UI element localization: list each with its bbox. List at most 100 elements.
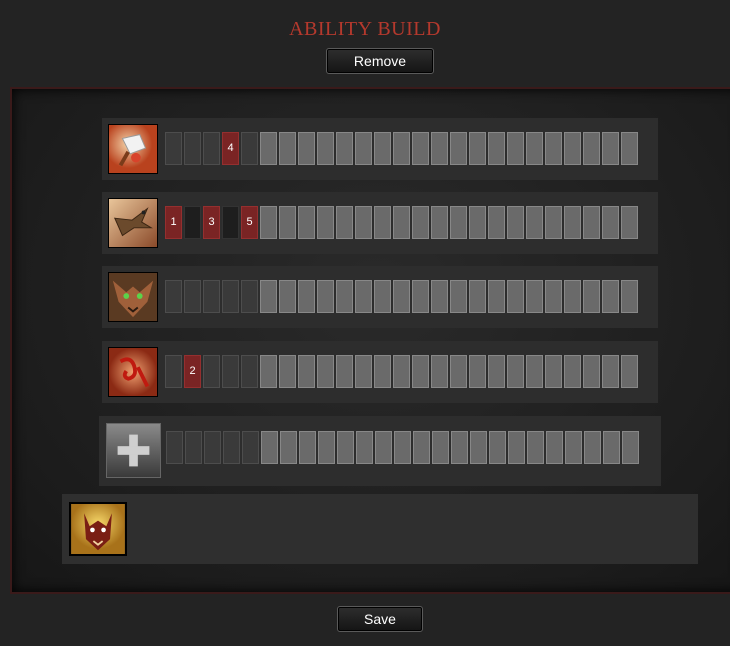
level-slot[interactable]	[488, 132, 505, 165]
level-slot[interactable]	[165, 355, 182, 388]
level-slot[interactable]	[564, 280, 581, 313]
level-slot[interactable]	[602, 206, 619, 239]
level-slot[interactable]	[279, 206, 296, 239]
level-slot[interactable]	[241, 355, 258, 388]
level-slot[interactable]	[564, 355, 581, 388]
level-slot[interactable]	[279, 132, 296, 165]
level-slot[interactable]	[184, 206, 201, 239]
level-slot[interactable]	[204, 431, 221, 464]
cleaver-ability-icon[interactable]	[108, 124, 158, 174]
level-slot[interactable]	[621, 206, 638, 239]
level-slot[interactable]	[185, 431, 202, 464]
level-slot[interactable]	[431, 355, 448, 388]
level-slot[interactable]	[602, 132, 619, 165]
level-slot[interactable]	[583, 280, 600, 313]
level-slot[interactable]	[621, 132, 638, 165]
level-slot[interactable]	[583, 355, 600, 388]
level-slot[interactable]	[260, 355, 277, 388]
level-slot[interactable]	[280, 431, 297, 464]
level-slot[interactable]	[507, 280, 524, 313]
level-slot[interactable]	[203, 355, 220, 388]
hero-portrait-icon[interactable]	[69, 502, 127, 556]
level-slot[interactable]	[375, 431, 392, 464]
level-slot[interactable]	[184, 132, 201, 165]
level-slot[interactable]	[374, 132, 391, 165]
level-slot[interactable]	[260, 206, 277, 239]
level-slot[interactable]	[545, 132, 562, 165]
level-slot[interactable]	[469, 280, 486, 313]
level-slot[interactable]	[488, 280, 505, 313]
level-slot[interactable]: 4	[222, 132, 239, 165]
level-slot[interactable]	[260, 132, 277, 165]
level-slot[interactable]	[431, 280, 448, 313]
level-slot[interactable]	[393, 206, 410, 239]
level-slot[interactable]	[489, 431, 506, 464]
level-slot[interactable]	[336, 132, 353, 165]
level-slot[interactable]	[394, 431, 411, 464]
level-slot[interactable]	[602, 355, 619, 388]
level-slot[interactable]	[507, 206, 524, 239]
level-slot[interactable]	[526, 280, 543, 313]
level-slot[interactable]	[431, 206, 448, 239]
level-slot[interactable]: 5	[241, 206, 258, 239]
level-slot[interactable]	[355, 132, 372, 165]
level-slot[interactable]	[298, 355, 315, 388]
level-slot[interactable]	[450, 206, 467, 239]
level-slot[interactable]	[602, 280, 619, 313]
level-slot[interactable]	[393, 132, 410, 165]
level-slot[interactable]	[279, 280, 296, 313]
level-slot[interactable]: 2	[184, 355, 201, 388]
level-slot[interactable]	[526, 355, 543, 388]
level-slot[interactable]	[166, 431, 183, 464]
level-slot[interactable]	[469, 132, 486, 165]
level-slot[interactable]	[317, 206, 334, 239]
level-slot[interactable]	[450, 355, 467, 388]
level-slot[interactable]	[374, 206, 391, 239]
level-slot[interactable]	[374, 280, 391, 313]
level-slot[interactable]	[432, 431, 449, 464]
level-slot[interactable]	[583, 132, 600, 165]
save-button[interactable]: Save	[337, 606, 423, 632]
bird-ability-icon[interactable]	[108, 198, 158, 248]
level-slot[interactable]	[165, 132, 182, 165]
level-slot[interactable]	[299, 431, 316, 464]
level-slot[interactable]	[508, 431, 525, 464]
level-slot[interactable]	[222, 206, 239, 239]
level-slot[interactable]	[431, 132, 448, 165]
level-slot[interactable]	[545, 206, 562, 239]
level-slot[interactable]	[621, 355, 638, 388]
level-slot[interactable]	[413, 431, 430, 464]
level-slot[interactable]	[470, 431, 487, 464]
level-slot[interactable]	[222, 280, 239, 313]
level-slot[interactable]	[603, 431, 620, 464]
level-slot[interactable]	[336, 280, 353, 313]
level-slot[interactable]	[222, 355, 239, 388]
level-slot[interactable]	[507, 132, 524, 165]
level-slot[interactable]	[488, 355, 505, 388]
level-slot[interactable]	[450, 280, 467, 313]
level-slot[interactable]	[260, 280, 277, 313]
level-slot[interactable]	[298, 280, 315, 313]
level-slot[interactable]	[356, 431, 373, 464]
level-slot[interactable]	[545, 355, 562, 388]
level-slot[interactable]	[564, 206, 581, 239]
level-slot[interactable]	[565, 431, 582, 464]
level-slot[interactable]	[279, 355, 296, 388]
level-slot[interactable]	[469, 355, 486, 388]
level-slot[interactable]	[165, 280, 182, 313]
level-slot[interactable]	[622, 431, 639, 464]
level-slot[interactable]	[469, 206, 486, 239]
level-slot[interactable]	[241, 132, 258, 165]
level-slot[interactable]	[261, 431, 278, 464]
level-slot[interactable]	[355, 355, 372, 388]
level-slot[interactable]	[337, 431, 354, 464]
level-slot[interactable]	[317, 280, 334, 313]
level-slot[interactable]	[584, 431, 601, 464]
level-slot[interactable]	[336, 355, 353, 388]
add-ability-icon[interactable]	[106, 423, 161, 478]
level-slot[interactable]	[317, 132, 334, 165]
level-slot[interactable]	[451, 431, 468, 464]
level-slot[interactable]	[298, 132, 315, 165]
level-slot[interactable]	[203, 280, 220, 313]
level-slot[interactable]	[412, 206, 429, 239]
